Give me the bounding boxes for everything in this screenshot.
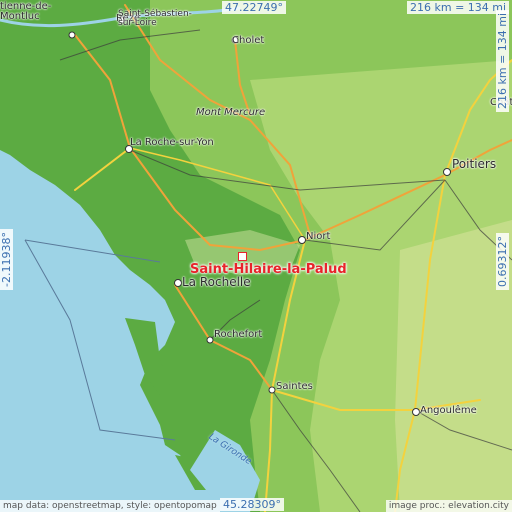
- scale-label-side: 216 km = 134 mi: [496, 9, 509, 112]
- place-name-label: Saint-Hilaire-la-Palud: [190, 262, 347, 277]
- city-label-la-rochelle: La Rochelle: [182, 275, 251, 289]
- coord-top-label: 47.22749°: [222, 1, 286, 14]
- city-label-montluc: tienne-de- Montluc: [0, 1, 52, 22]
- city-label-cholet: Cholet: [232, 35, 265, 46]
- location-marker[interactable]: [238, 252, 247, 261]
- city-label-rochefort: Rochefort: [214, 329, 263, 340]
- city-label-la-roche-sur-yon: La Roche-sur-Yon: [130, 137, 214, 148]
- map-terrain: [0, 0, 512, 512]
- attribution-left: map data: openstreetmap, style: opentopo…: [0, 500, 220, 512]
- coord-right-label: 0.69312°: [496, 233, 509, 290]
- city-label-angouleme: Angoulême: [420, 405, 477, 416]
- attribution-right: image proc.: elevation.city: [385, 500, 512, 512]
- map-view[interactable]: tienne-de- Montluc Rezé Saint-Sébastien-…: [0, 0, 512, 512]
- coord-bottom-label: 45.28309°: [220, 498, 284, 511]
- coord-left-label: -2.11938°: [0, 229, 13, 290]
- scale-label-top: 216 km = 134 mi: [407, 1, 510, 14]
- city-label-mont-mercure: Mont Mercure: [196, 107, 266, 118]
- city-label-poitiers: Poitiers: [452, 157, 497, 171]
- city-label-saint-sebastien: Saint-Sébastien- sur-Loire: [118, 9, 192, 28]
- city-label-niort: Niort: [306, 231, 331, 242]
- city-label-saintes: Saintes: [276, 381, 313, 392]
